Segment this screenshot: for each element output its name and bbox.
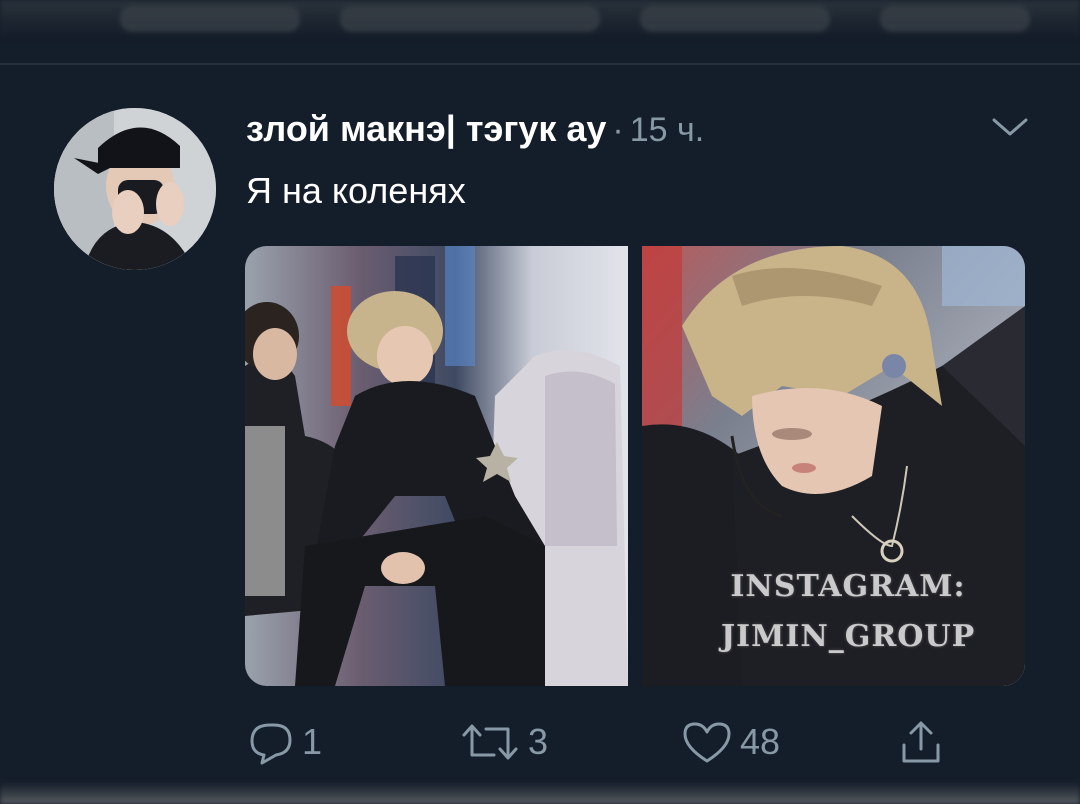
like-count: 48 [740,721,781,762]
like-button[interactable]: 48 [680,716,780,768]
share-icon [902,721,940,763]
author-display-name[interactable]: злой макнэ| тэгук ау [246,108,606,150]
watermark-line-2: JIMIN_GROUP [720,619,976,654]
header-separator: · [612,111,624,149]
blurred-bottom-edge [0,782,1080,804]
retweet-button[interactable]: 3 [458,716,548,768]
retweet-icon [462,724,518,760]
reply-icon [250,723,292,765]
tweet[interactable]: злой макнэ| тэгук ау · 15 ч. Я на коленя… [0,0,1080,765]
instagram-watermark: INSTAGRAM: JIMIN_GROUP [698,562,998,662]
tweet-header: злой макнэ| тэгук ау · 15 ч. [246,108,704,152]
avatar-image [54,108,216,270]
tweet-actions: 1 3 48 [246,716,1006,768]
tweet-text: Я на коленях [246,170,466,211]
heart-icon [683,722,731,763]
performer-seated-image [245,246,628,686]
reply-count: 1 [302,721,323,762]
media-photo-2[interactable]: INSTAGRAM: JIMIN_GROUP [642,246,1025,686]
tweet-menu-button[interactable] [986,112,1034,142]
tweet-timestamp[interactable]: 15 ч. [630,111,704,150]
reply-button[interactable]: 1 [246,716,322,768]
media-photo-1[interactable] [245,246,628,686]
chevron-down-icon [992,118,1028,136]
retweet-count: 3 [528,721,549,762]
avatar[interactable] [54,108,216,270]
tweet-media[interactable]: INSTAGRAM: JIMIN_GROUP [245,246,1025,686]
share-button[interactable] [896,716,946,768]
watermark-line-1: INSTAGRAM: [730,569,966,604]
